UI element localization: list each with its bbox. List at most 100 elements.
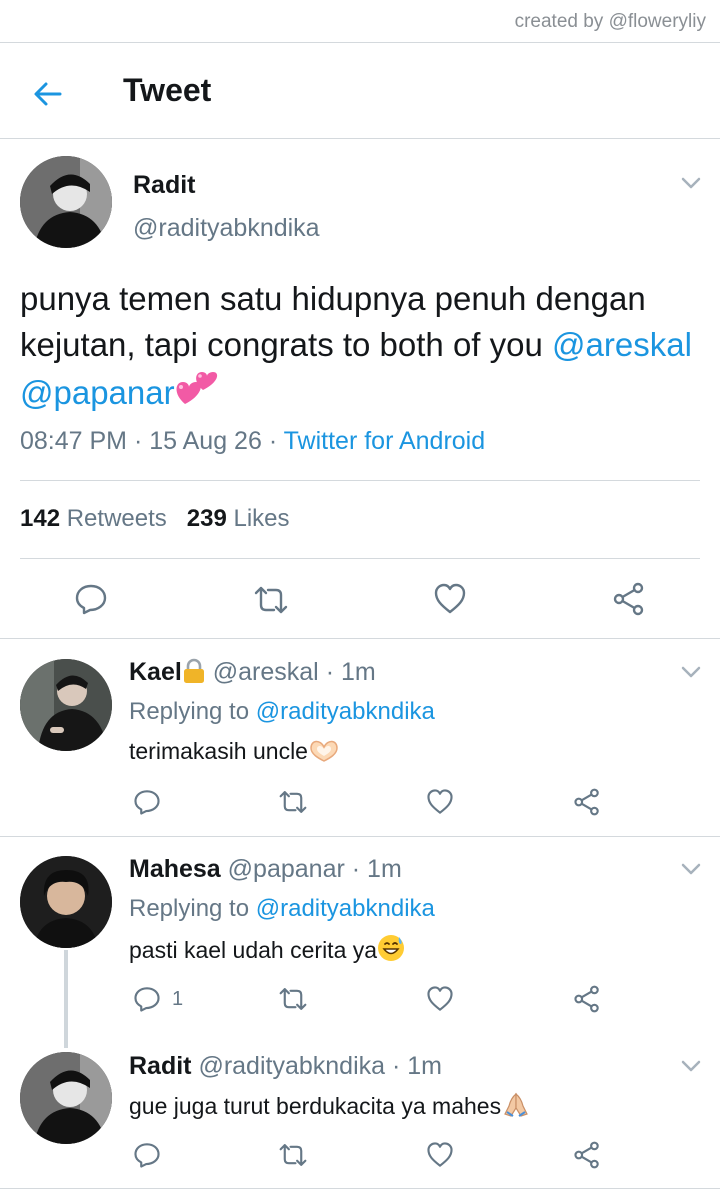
avatar[interactable] <box>20 156 112 248</box>
reply-button[interactable] <box>133 788 161 816</box>
share-button[interactable] <box>573 1141 601 1169</box>
retweets-stat[interactable]: 142 Retweets <box>20 505 167 532</box>
separator-dot: · <box>133 427 143 455</box>
arrow-left-icon <box>34 82 62 106</box>
likes-count: 239 <box>186 505 227 532</box>
reply-text: terimakasih uncle <box>129 737 340 765</box>
author-name[interactable]: Kael <box>129 658 182 686</box>
retweet-button[interactable] <box>278 788 307 816</box>
two-hearts-icon <box>176 372 217 404</box>
avatar[interactable] <box>20 856 112 948</box>
author-name[interactable]: Radit <box>133 171 196 200</box>
author-name[interactable]: Mahesa <box>129 855 221 883</box>
retweets-count: 142 <box>20 505 61 532</box>
replying-label: Replying to <box>129 698 250 725</box>
tweet-options-button[interactable] <box>677 1052 705 1080</box>
tweet-options-button[interactable] <box>677 855 705 883</box>
like-button[interactable] <box>426 985 454 1013</box>
like-button[interactable] <box>426 788 454 816</box>
reply-button[interactable] <box>74 582 108 616</box>
credit-text: created by @floweryliy <box>514 11 706 32</box>
share-button[interactable] <box>612 582 646 616</box>
mention-link[interactable]: @radityabkndika <box>256 698 435 725</box>
back-button[interactable] <box>30 76 66 112</box>
tweet-meta: 08:47 PM · 15 Aug 26 · Twitter for Andro… <box>20 427 485 456</box>
heart-icon <box>434 583 466 614</box>
divider <box>20 558 700 559</box>
retweet-button[interactable] <box>278 1141 307 1169</box>
like-button[interactable] <box>426 1141 454 1169</box>
reply-text-body: gue juga turut berdukacita ya mahes <box>129 1093 502 1119</box>
heart-icon <box>427 1142 453 1167</box>
share-icon <box>613 582 644 616</box>
mention-link[interactable]: @papanar <box>20 374 175 411</box>
reply-text: pasti kael udah cerita ya <box>129 934 405 964</box>
reply-icon <box>134 1143 160 1168</box>
author-handle[interactable]: @radityabkndika <box>133 214 320 243</box>
divider <box>0 42 720 43</box>
reply-button[interactable] <box>133 1141 161 1169</box>
tweet-source-link[interactable]: Twitter for Android <box>284 427 485 455</box>
likes-label: Likes <box>233 505 290 532</box>
heart-hands-icon <box>310 740 338 762</box>
share-button[interactable] <box>573 985 601 1013</box>
retweet-icon <box>254 586 288 614</box>
author-handle[interactable]: @areskal <box>213 658 319 686</box>
retweet-button[interactable] <box>253 583 288 617</box>
reply-text-body: terimakasih uncle <box>129 738 308 764</box>
replying-to: Replying to @radityabkndika <box>129 895 435 923</box>
reply-time: · 1m <box>325 658 376 686</box>
avatar[interactable] <box>20 659 112 751</box>
likes-stat[interactable]: 239 Likes <box>187 505 290 532</box>
tweet-options-button[interactable] <box>677 658 705 686</box>
divider <box>0 1188 720 1189</box>
mention-link[interactable]: @radityabkndika <box>256 895 435 922</box>
separator-dot: · <box>268 427 278 455</box>
tweet-time: 08:47 PM <box>20 427 128 455</box>
chevron-down-icon <box>681 863 701 875</box>
chevron-down-icon <box>681 666 701 678</box>
folded-hands-icon <box>504 1092 528 1117</box>
reply-button[interactable] <box>133 985 161 1013</box>
divider <box>0 836 720 837</box>
reply-time: · 1m <box>392 1052 442 1080</box>
share-button[interactable] <box>573 788 601 816</box>
mention-link[interactable]: @areskal <box>552 326 692 363</box>
thread-line <box>64 950 68 1048</box>
replying-to: Replying to @radityabkndika <box>129 698 435 726</box>
tweet-text: punya temen satu hidupnya penuh dengan k… <box>20 276 700 416</box>
reply-text: gue juga turut berdukacita ya mahes <box>129 1090 531 1120</box>
chevron-down-icon <box>681 1060 701 1072</box>
replying-label: Replying to <box>129 895 250 922</box>
author-handle[interactable]: @radityabkndika <box>198 1052 385 1080</box>
author-name[interactable]: Radit <box>129 1052 192 1080</box>
chevron-down-icon <box>681 177 701 189</box>
reply-text-body: pasti kael udah cerita ya <box>129 937 378 963</box>
retweet-button[interactable] <box>278 985 307 1013</box>
reply-icon <box>134 987 160 1012</box>
author-handle[interactable]: @papanar <box>228 855 345 883</box>
reply-time: · 1m <box>351 855 402 883</box>
reply-header: Mahesa @papanar · 1m <box>129 855 402 884</box>
heart-icon <box>427 986 453 1011</box>
heart-icon <box>427 789 453 814</box>
reply-header: Radit @radityabkndika · 1m <box>129 1052 442 1081</box>
share-icon <box>574 985 599 1013</box>
page-title: Tweet <box>123 72 212 108</box>
tweet-stats: 142 Retweets 239 Likes <box>20 505 290 533</box>
lock-icon <box>183 658 204 683</box>
reply-header: Kael @areskal · 1m <box>129 658 376 687</box>
tweet-date: 15 Aug 26 <box>149 427 262 455</box>
divider <box>20 480 700 481</box>
divider <box>0 138 720 139</box>
retweet-icon <box>279 988 307 1010</box>
like-button[interactable] <box>433 582 467 616</box>
share-icon <box>574 1141 599 1169</box>
divider <box>0 638 720 639</box>
avatar[interactable] <box>20 1052 112 1144</box>
retweet-icon <box>279 791 307 813</box>
share-icon <box>574 788 599 816</box>
tweet-options-button[interactable] <box>677 169 705 197</box>
reply-icon <box>75 584 107 615</box>
retweets-label: Retweets <box>66 505 167 532</box>
